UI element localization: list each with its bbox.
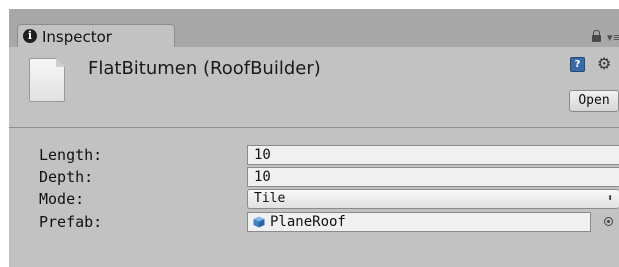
field-row-depth: Depth: 10: [9, 167, 619, 189]
length-label: Length:: [39, 146, 103, 164]
length-input[interactable]: 10: [247, 145, 619, 165]
field-row-prefab: Prefab: PlaneRoof: [9, 212, 619, 234]
select-arrows-icon: ⬍: [606, 193, 613, 204]
object-picker-icon[interactable]: [604, 217, 613, 226]
inspector-header: FlatBitumen (RoofBuilder) ? ⚙ Open: [9, 47, 619, 128]
prefab-label: Prefab:: [39, 213, 103, 231]
gear-icon[interactable]: ⚙: [597, 54, 611, 73]
field-row-mode: Mode: Tile ⬍: [9, 189, 619, 211]
field-row-length: Length: 10: [9, 145, 619, 167]
info-icon: i: [23, 29, 37, 43]
inspector-body: Length: 10 Depth: 10 Mode: Tile ⬍ Prefab…: [9, 128, 619, 267]
open-button[interactable]: Open: [569, 90, 619, 112]
help-icon[interactable]: ?: [570, 57, 585, 72]
tab-strip: i Inspector ▾≡: [9, 9, 619, 48]
panel-menu-icon[interactable]: ▾≡: [607, 31, 619, 44]
mode-select[interactable]: Tile ⬍: [247, 189, 619, 209]
prefab-cube-icon: [253, 216, 265, 228]
lock-icon[interactable]: [592, 30, 601, 42]
tab-inspector-label: Inspector: [42, 28, 112, 46]
asset-title: FlatBitumen (RoofBuilder): [88, 58, 321, 79]
prefab-value: PlaneRoof: [270, 214, 346, 230]
depth-label: Depth:: [39, 168, 94, 186]
prefab-object-field[interactable]: PlaneRoof: [247, 212, 591, 232]
mode-select-value: Tile: [254, 191, 286, 206]
mode-label: Mode:: [39, 190, 85, 208]
depth-input[interactable]: 10: [247, 167, 619, 187]
document-icon: [29, 58, 65, 102]
tab-inspector[interactable]: i Inspector: [17, 24, 175, 48]
inspector-window: i Inspector ▾≡ FlatBitumen (RoofBuilder)…: [9, 9, 619, 267]
